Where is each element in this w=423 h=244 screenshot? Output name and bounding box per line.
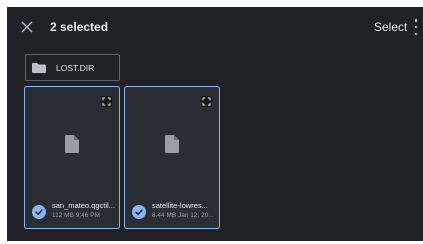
document-icon [165,135,179,153]
file-name: satellite-lowres... [152,201,208,210]
selection-toolbar: 2 selected Select [7,7,423,49]
selected-check[interactable] [132,205,146,219]
file-card[interactable]: satellite-lowres... 8.44 MB Jan 12, 20..… [124,86,220,229]
close-icon [21,21,33,33]
close-selection-button[interactable] [19,19,35,35]
check-icon [135,209,143,216]
expand-icon [102,97,111,106]
file-card[interactable]: san_mateo.qgctil... 112 MB 9:46 PM [24,86,120,229]
folder-icon [32,62,46,73]
file-meta: 8.44 MB Jan 12, 20... [152,212,214,219]
selected-check[interactable] [32,205,46,219]
expand-icon [202,97,211,106]
file-picker-screen: 2 selected Select LOST.DIR san_mateo.qgc… [7,7,423,241]
more-options-button[interactable] [412,19,420,35]
folder-lost-dir[interactable]: LOST.DIR [25,54,120,81]
folder-name: LOST.DIR [56,62,95,73]
file-meta: 112 MB 9:46 PM [52,212,100,219]
selection-count-title: 2 selected [50,20,109,34]
more-vert-icon [414,19,418,22]
select-button[interactable]: Select [374,20,407,34]
document-icon [65,135,79,153]
file-name: san_mateo.qgctil... [52,201,115,210]
expand-preview-button[interactable] [101,96,112,107]
check-icon [35,209,43,216]
expand-preview-button[interactable] [201,96,212,107]
